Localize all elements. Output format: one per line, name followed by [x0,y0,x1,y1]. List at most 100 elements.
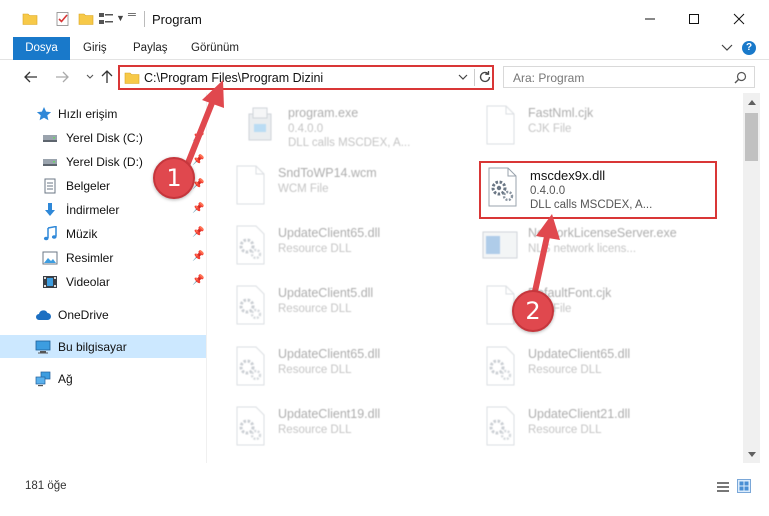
maximize-button[interactable] [671,0,717,37]
search-box[interactable]: Ara: Program [503,66,755,88]
videos-icon [43,276,57,288]
dll-gear-icon [486,346,515,386]
minimize-icon [645,18,655,19]
download-icon [45,203,55,216]
tab-dosya[interactable]: Dosya [13,37,70,60]
ribbon-tabs: Dosya Giriş Paylaş Görünüm ? [0,37,769,60]
pin-icon: 📌 [192,275,205,286]
file-item-fastnml-cjk[interactable]: FastNml.cjk CJK File [481,100,721,150]
title-bar: ▼ ═ Program [0,0,769,37]
drive-icon [43,135,57,142]
file-list: program.exe 0.4.0.0 DLL calls MSCDEX, A.… [213,93,743,463]
tab-giris[interactable]: Giriş [83,37,107,60]
title-separator [144,11,145,27]
sidebar-item-label: Yerel Disk (D:) [66,155,143,169]
sidebar-item-label: Yerel Disk (C:) [66,131,143,145]
drive-icon [43,159,57,166]
address-bar[interactable]: C:\Program Files\Program Dizini [118,65,494,90]
folder-icon [124,72,140,84]
view-properties-icon[interactable] [98,11,114,27]
item-count: 181 öğe [25,480,67,492]
file-item-updateclient21-dll[interactable]: UpdateClient21.dll Resource DLL [481,401,721,451]
file-name: FastNml.cjk [528,106,594,120]
forward-button[interactable] [52,67,72,87]
refresh-icon[interactable] [478,70,492,84]
sidebar-divider [206,93,207,463]
file-item-updateclient65-dll-2[interactable]: UpdateClient65.dll Resource DLL [481,341,721,391]
tab-gorunum[interactable]: Görünüm [191,37,239,60]
file-item-updateclient19-dll[interactable]: UpdateClient19.dll Resource DLL [231,401,461,451]
sidebar-item-network[interactable]: Ağ [0,367,206,390]
details-view-icon[interactable] [716,480,730,494]
minimize-button[interactable] [627,0,673,37]
tiles-view-icon [739,481,749,491]
tiles-view-button[interactable] [737,479,751,493]
close-button[interactable] [716,0,762,37]
network-icon [35,371,51,387]
dll-gear-icon [486,406,515,446]
blank-file-icon [236,165,265,205]
sidebar-item-label: Müzik [66,227,98,241]
file-name: UpdateClient65.dll [278,226,381,240]
sidebar-item-videos[interactable]: Videolar 📌 [0,270,206,293]
music-icon [43,226,57,241]
file-type: Resource DLL [278,424,352,436]
dll-gear-icon [236,346,265,386]
sidebar-item-onedrive[interactable]: OneDrive [0,303,206,326]
file-name: program.exe [288,106,359,120]
file-name: UpdateClient5.dll [278,286,374,300]
pin-icon: 📌 [192,251,205,262]
cloud-icon [36,310,51,320]
sidebar-item-pictures[interactable]: Resimler 📌 [0,246,206,269]
help-icon[interactable]: ? [742,41,756,55]
scroll-up-button[interactable] [743,93,760,110]
sidebar-item-this-pc[interactable]: Bu bilgisayar [0,335,206,358]
maximize-icon [689,13,699,24]
file-name: NetworkLicenseServer.exe [528,226,677,240]
folder-icon[interactable] [22,11,38,27]
sidebar-item-quick-access[interactable]: Hızlı erişim [0,102,206,125]
scroll-thumb[interactable] [745,113,758,161]
sidebar-item-local-disk-c[interactable]: Yerel Disk (C:) 📌 [0,126,206,149]
expand-ribbon-icon[interactable] [721,43,733,53]
computer-icon [35,340,51,354]
address-path[interactable]: C:\Program Files\Program Dizini [144,71,323,85]
caret-down-icon [747,451,756,457]
vertical-scrollbar[interactable] [743,93,760,463]
sidebar-item-label: Videolar [66,275,110,289]
file-item-program-exe[interactable]: program.exe 0.4.0.0 DLL calls MSCDEX, A.… [241,100,461,150]
pictures-icon [42,251,58,265]
star-icon [36,107,52,121]
back-button[interactable] [21,67,41,87]
documents-icon [44,178,56,194]
search-input[interactable]: Ara: Program [513,71,584,85]
file-item-updateclient65-dll[interactable]: UpdateClient65.dll Resource DLL [231,341,461,391]
step-1-badge: 1 [153,157,195,199]
sidebar-item-label: Resimler [66,251,114,265]
search-icon[interactable] [734,71,747,84]
file-item-updateclient65-dll[interactable]: UpdateClient65.dll Resource DLL [231,220,461,270]
file-version: 0.4.0.0 [288,123,324,135]
file-item-sndtowp14-wcm[interactable]: SndToWP14.wcm WCM File [231,160,461,210]
properties-check-icon[interactable] [55,11,71,27]
pin-icon: 📌 [192,203,205,214]
file-item-updateclient5-dll[interactable]: UpdateClient5.dll Resource DLL [231,280,461,330]
file-type: NLS network licens... [528,243,637,255]
file-type: WCM File [278,183,329,195]
sidebar-item-label: Ağ [58,372,73,386]
customize-toolbar-icon[interactable]: ═ [128,9,144,25]
file-type: Resource DLL [278,364,352,376]
up-button[interactable] [97,67,117,87]
file-name: UpdateClient21.dll [528,407,631,421]
new-folder-icon[interactable] [78,11,94,27]
tab-paylas[interactable]: Paylaş [133,37,168,60]
sidebar-item-downloads[interactable]: İndirmeler 📌 [0,198,206,221]
scroll-down-button[interactable] [743,446,760,463]
window-title: Program [152,12,202,27]
sidebar-item-music[interactable]: Müzik 📌 [0,222,206,245]
pin-icon: 📌 [192,155,205,166]
caret-up-icon [747,99,756,105]
file-type: Resource DLL [528,424,602,436]
chevron-down-icon[interactable] [457,71,469,83]
file-item-networklicenseserver-exe[interactable]: NetworkLicenseServer.exe NLS network lic… [481,220,721,270]
